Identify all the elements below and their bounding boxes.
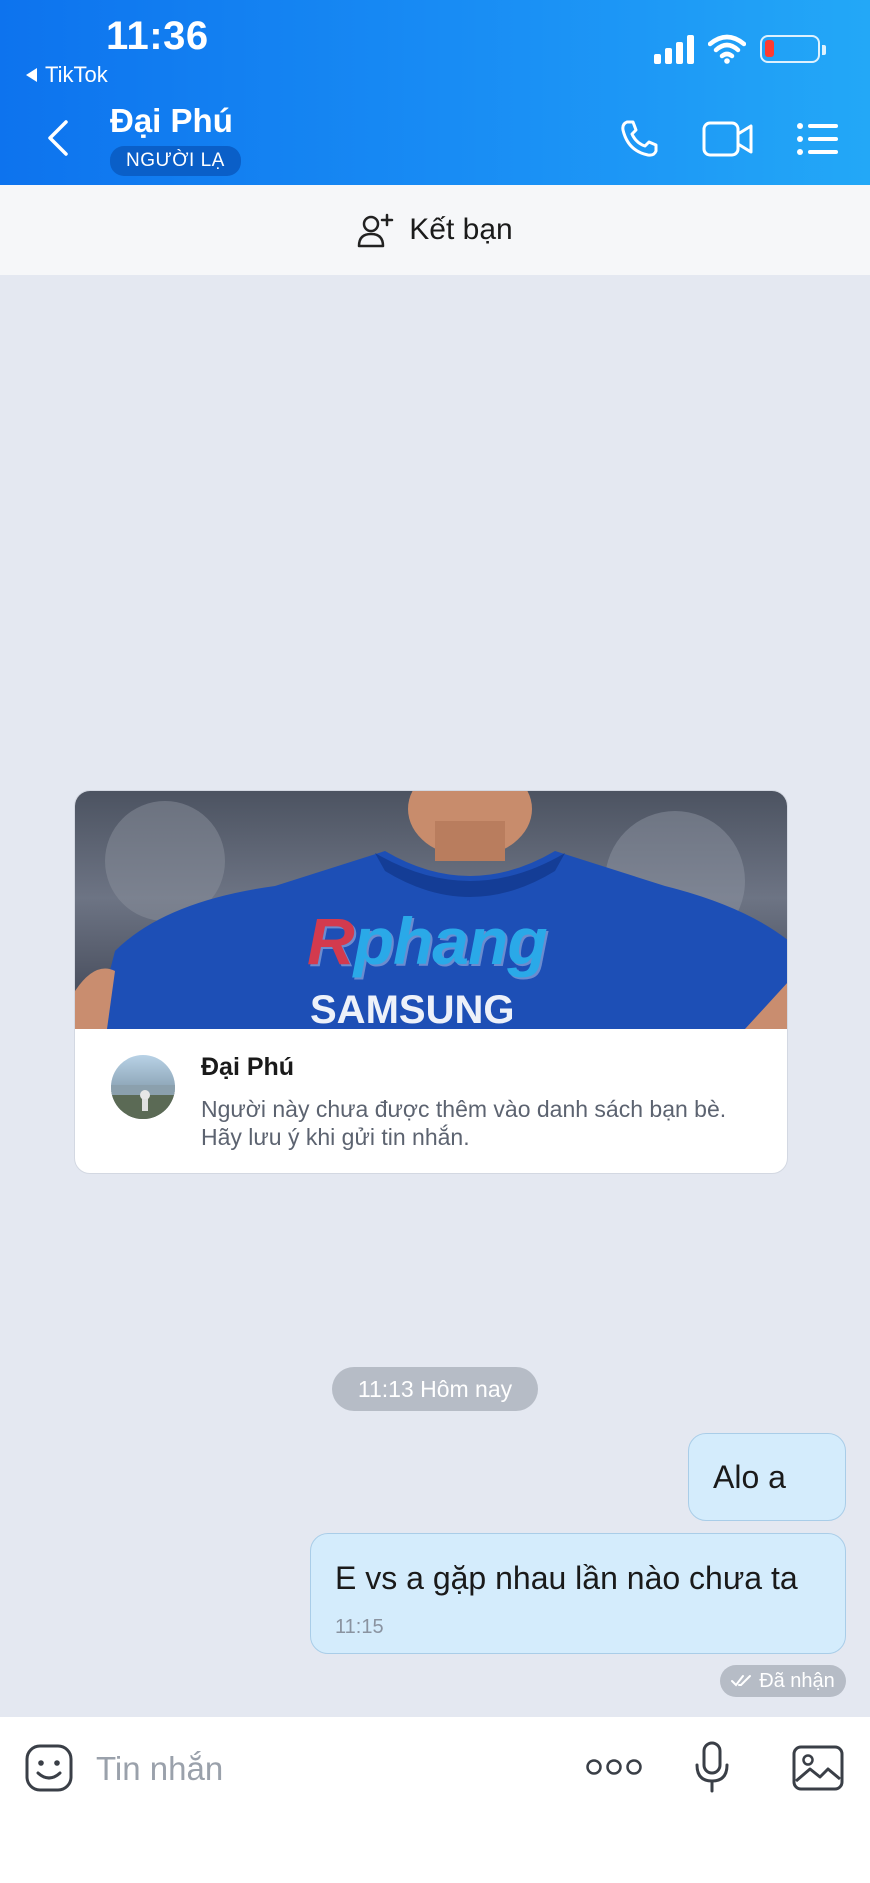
add-friend-icon (358, 213, 394, 248)
back-triangle-icon (26, 68, 37, 82)
microphone-icon[interactable] (694, 1741, 730, 1795)
message-text: E vs a gặp nhau lần nào chưa ta (335, 1560, 798, 1596)
chat-header: 11:36 TikTok Đại Phú NGƯỜI LẠ (0, 0, 870, 185)
message-timestamp: 11:15 (335, 1616, 384, 1638)
more-options-icon[interactable] (586, 1757, 642, 1777)
menu-list-icon[interactable] (796, 121, 840, 157)
svg-text:SAMSUNG: SAMSUNG (310, 988, 514, 1029)
battery-icon (760, 35, 826, 63)
signal-icon (654, 34, 694, 64)
card-info: Đại Phú Người này chưa được thêm vào dan… (75, 1029, 787, 1173)
delivery-status-badge: Đã nhận (720, 1665, 846, 1697)
wifi-icon (708, 34, 746, 64)
time-divider: 11:13 Hôm nay (332, 1367, 538, 1411)
video-call-icon[interactable] (702, 120, 754, 158)
card-contact-name: Đại Phú (201, 1053, 295, 1081)
stranger-profile-card[interactable]: SAMSUNG Rphang Đại Phú Người này chưa đư… (74, 790, 788, 1174)
stranger-warning-text: Người này chưa được thêm vào danh sách b… (201, 1096, 727, 1150)
status-time: 11:36 (106, 14, 209, 58)
message-bubble[interactable]: Alo a (688, 1433, 846, 1521)
phone-call-icon[interactable] (618, 118, 660, 160)
message-text: Alo a (713, 1459, 786, 1495)
message-input[interactable] (96, 1743, 476, 1795)
add-friend-button[interactable]: Kết bạn (0, 185, 870, 275)
add-friend-label: Kết bạn (409, 213, 513, 246)
back-app-label: TikTok (45, 62, 108, 87)
header-actions (618, 118, 840, 160)
double-check-icon (731, 1675, 752, 1687)
back-chevron-icon[interactable] (38, 118, 78, 158)
delivery-status-text: Đã nhận (759, 1669, 835, 1692)
profile-cover-photo: SAMSUNG Rphang (75, 791, 787, 1029)
avatar[interactable] (111, 1055, 175, 1119)
watermark-logo: Rphang (307, 904, 548, 978)
message-composer (0, 1717, 870, 1883)
stranger-badge: NGƯỜI LẠ (110, 146, 241, 176)
sticker-emoji-icon[interactable] (24, 1743, 74, 1793)
status-icons (654, 34, 826, 64)
back-to-app-link[interactable]: TikTok (26, 62, 108, 88)
contact-name[interactable]: Đại Phú (110, 102, 233, 140)
image-gallery-icon[interactable] (792, 1745, 844, 1791)
message-bubble[interactable]: E vs a gặp nhau lần nào chưa ta 11:15 (310, 1533, 846, 1654)
